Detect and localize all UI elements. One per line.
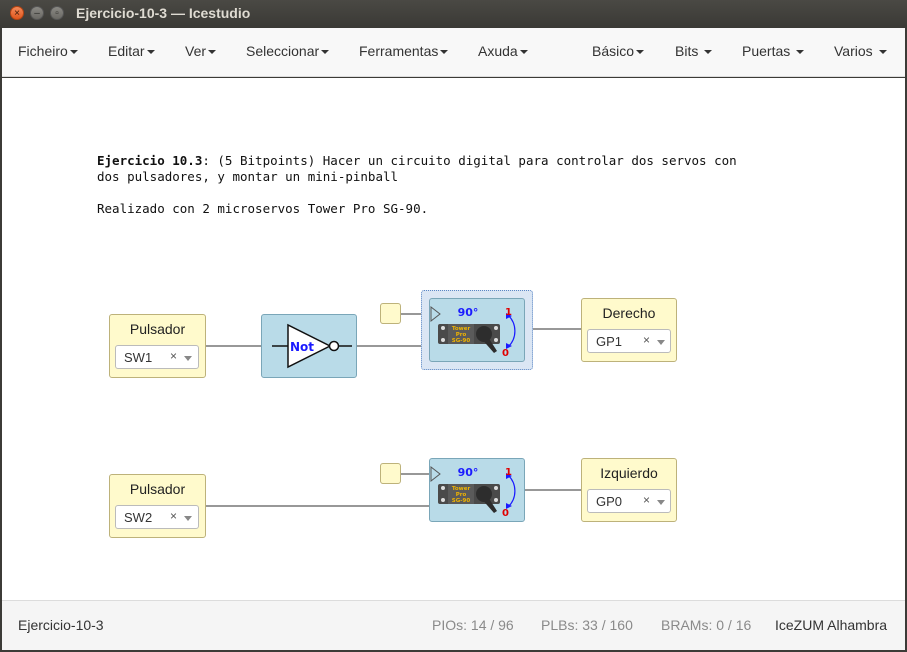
caret-down-icon	[69, 50, 78, 55]
pin-select[interactable]: SW2 ×	[115, 505, 199, 529]
plbs-label: PLBs:	[541, 617, 579, 633]
menu-axuda[interactable]: Axuda	[478, 43, 528, 59]
menu-label: Seleccionar	[246, 43, 320, 59]
output-block-derecho[interactable]: Derecho GP1 ×	[581, 298, 677, 362]
caret-down-icon	[208, 50, 217, 55]
menu-puertas[interactable]: Puertas	[742, 43, 805, 59]
caret-down-icon	[321, 50, 330, 55]
chevron-down-icon[interactable]	[184, 516, 192, 521]
pin-value: GP0	[596, 494, 623, 509]
window-title: Ejercicio-10-3 — Icestudio	[76, 5, 251, 21]
menu-label: Ver	[185, 43, 207, 59]
minimize-window-button[interactable]: –	[30, 6, 44, 20]
input-block-pulsador-2[interactable]: Pulsador SW2 ×	[109, 474, 206, 538]
servo-icon: Tower Pro SG-90 90° 1 0	[430, 305, 516, 359]
output-label: Izquierdo	[600, 465, 658, 481]
servo-mark-one: 1	[505, 307, 512, 318]
servo-mark-zero: 0	[502, 348, 509, 359]
menu-label: Básico	[592, 43, 635, 59]
chevron-down-icon[interactable]	[184, 356, 192, 361]
menu-ficheiro[interactable]: Ficheiro	[18, 43, 78, 59]
menu-label: Ficheiro	[18, 43, 68, 59]
chevron-down-icon[interactable]	[657, 500, 665, 505]
input-label: Pulsador	[129, 321, 186, 337]
constant-input-1[interactable]	[380, 303, 401, 324]
pios-usage: PIOs: 14 / 96	[432, 617, 514, 633]
menu-label: Varios	[834, 43, 873, 59]
menu-seleccionar[interactable]: Seleccionar	[246, 43, 330, 59]
menu-editar[interactable]: Editar	[108, 43, 155, 59]
pin-select[interactable]: SW1 ×	[115, 345, 199, 369]
plbs-usage: PLBs: 33 / 160	[541, 617, 633, 633]
servo-brand: SG-90	[452, 498, 471, 504]
menu-bits[interactable]: Bits	[675, 43, 713, 59]
servo-block-2[interactable]: Tower Pro SG-90 90° 1 0	[429, 458, 525, 522]
menu-label: Bits	[675, 43, 699, 59]
caret-down-icon	[440, 50, 449, 55]
project-name: Ejercicio-10-3	[18, 617, 104, 633]
plbs-value: 33 / 160	[582, 617, 633, 633]
servo-mark-one: 1	[505, 467, 512, 478]
servo-brand: SG-90	[452, 338, 471, 344]
output-block-izquierdo[interactable]: Izquierdo GP0 ×	[581, 458, 677, 522]
status-bar: Ejercicio-10-3 PIOs: 14 / 96 PLBs: 33 / …	[2, 600, 905, 650]
pin-select[interactable]: GP1 ×	[587, 329, 671, 353]
not-label: Not	[290, 340, 314, 354]
clear-icon[interactable]: ×	[643, 493, 650, 507]
brams-value: 0 / 16	[716, 617, 752, 633]
menu-ferramentas[interactable]: Ferramentas	[359, 43, 449, 59]
servo-mark-zero: 0	[502, 508, 509, 519]
pios-value: 14 / 96	[470, 617, 514, 633]
servo-block-1[interactable]: Tower Pro SG-90 90° 1 0	[429, 298, 525, 362]
brams-usage: BRAMs: 0 / 16	[661, 617, 751, 633]
constant-input-2[interactable]	[380, 463, 401, 484]
caret-down-icon	[146, 50, 155, 55]
caret-down-icon	[704, 50, 713, 55]
clear-icon[interactable]: ×	[170, 509, 177, 523]
pin-value: SW1	[124, 350, 153, 365]
menu-bar: Ficheiro Editar Ver Seleccionar Ferramen…	[2, 28, 905, 77]
servo-angle: 90°	[458, 306, 479, 319]
output-label: Derecho	[602, 305, 656, 321]
servo-angle: 90°	[458, 466, 479, 479]
clear-icon[interactable]: ×	[170, 349, 177, 363]
menu-label: Axuda	[478, 43, 518, 59]
pin-select[interactable]: GP0 ×	[587, 489, 671, 513]
input-label: Pulsador	[129, 481, 186, 497]
menu-ver[interactable]: Ver	[185, 43, 217, 59]
menu-basico[interactable]: Básico	[592, 43, 645, 59]
close-window-button[interactable]: ×	[10, 6, 24, 20]
menu-label: Editar	[108, 43, 145, 59]
pin-value: SW2	[124, 510, 153, 525]
caret-down-icon	[878, 50, 887, 55]
input-block-pulsador-1[interactable]: Pulsador SW1 ×	[109, 314, 206, 378]
not-gate-icon: Not	[272, 323, 352, 369]
design-canvas[interactable]: Ejercicio 10.3: (5 Bitpoints) Hacer un c…	[2, 78, 905, 600]
caret-down-icon	[636, 50, 645, 55]
not-gate-block[interactable]: Not	[261, 314, 357, 378]
clear-icon[interactable]: ×	[643, 333, 650, 347]
pin-value: GP1	[596, 334, 623, 349]
menu-label: Puertas	[742, 43, 791, 59]
menu-varios[interactable]: Varios	[834, 43, 887, 59]
caret-down-icon	[519, 50, 528, 55]
title-bar: × – ▫ Ejercicio-10-3 — Icestudio	[0, 0, 907, 28]
caret-down-icon	[796, 50, 805, 55]
servo-icon: Tower Pro SG-90 90° 1 0	[430, 465, 516, 519]
maximize-window-button[interactable]: ▫	[50, 6, 64, 20]
pios-label: PIOs:	[432, 617, 468, 633]
board-name[interactable]: IceZUM Alhambra	[775, 617, 887, 633]
menu-label: Ferramentas	[359, 43, 439, 59]
chevron-down-icon[interactable]	[657, 340, 665, 345]
brams-label: BRAMs:	[661, 617, 713, 633]
